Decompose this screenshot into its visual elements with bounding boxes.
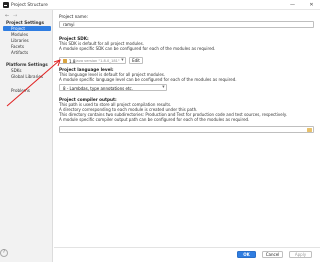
forward-arrow-icon[interactable]: →	[13, 13, 17, 19]
project-sdk-desc-2: A module specific SDK can be configured …	[59, 45, 216, 51]
sidebar-item-global-libraries[interactable]: Global Libraries	[3, 74, 51, 80]
window-title: Project Structure	[11, 2, 48, 8]
project-name-label: Project name:	[59, 14, 88, 19]
folder-icon[interactable]	[307, 128, 312, 132]
ok-button[interactable]: OK	[237, 251, 256, 258]
platform-settings-header: Platform Settings	[6, 62, 48, 67]
edit-sdk-button[interactable]: Edit	[129, 57, 143, 64]
sidebar-item-libraries[interactable]: Libraries	[3, 38, 51, 44]
language-level-desc-2: A module specific language level can be …	[59, 76, 237, 82]
sidebar-item-modules[interactable]: Modules	[3, 32, 51, 38]
compiler-output-desc-4: A module specific compiler output path c…	[59, 116, 250, 122]
chevron-down-icon: ▾	[121, 58, 124, 64]
folder-icon	[62, 59, 67, 63]
language-level-value: 8 - Lambdas, type annotations etc.	[63, 85, 133, 91]
project-settings-header: Project Settings	[6, 20, 44, 25]
sidebar-item-problems[interactable]: Problems	[3, 88, 51, 94]
dialog-footer: OK Cancel Apply	[54, 247, 320, 262]
title-bar: Project Structure — ✕	[0, 0, 320, 10]
sidebar: ← → Project Settings Project Modules Lib…	[0, 10, 53, 262]
apply-button[interactable]: Apply	[289, 251, 312, 258]
language-level-select[interactable]: 8 - Lambdas, type annotations etc. ▾	[59, 84, 167, 91]
compiler-output-input[interactable]	[59, 126, 314, 133]
sidebar-item-project[interactable]: Project	[3, 25, 51, 32]
sdk-version-detail: java version "1.8.0_181"	[75, 58, 120, 63]
back-arrow-icon[interactable]: ←	[5, 13, 9, 19]
nav-row: ← →	[0, 13, 53, 19]
app-icon	[3, 2, 9, 8]
project-sdk-select[interactable]: 1.8 java version "1.8.0_181" ▾	[59, 57, 126, 64]
close-button[interactable]: ✕	[308, 2, 315, 8]
main-panel: Project name: Project SDK: This SDK is d…	[54, 10, 320, 247]
chevron-down-icon: ▾	[162, 85, 165, 91]
sidebar-item-artifacts[interactable]: Artifacts	[3, 50, 51, 56]
sdk-version: 1.8	[69, 58, 76, 64]
help-icon[interactable]: ?	[0, 249, 8, 257]
cancel-button[interactable]: Cancel	[262, 251, 283, 258]
sidebar-item-sdks[interactable]: SDKs	[3, 68, 51, 74]
sidebar-item-facets[interactable]: Facets	[3, 44, 51, 50]
minimize-button[interactable]: —	[289, 2, 296, 8]
project-name-input[interactable]	[59, 21, 314, 28]
